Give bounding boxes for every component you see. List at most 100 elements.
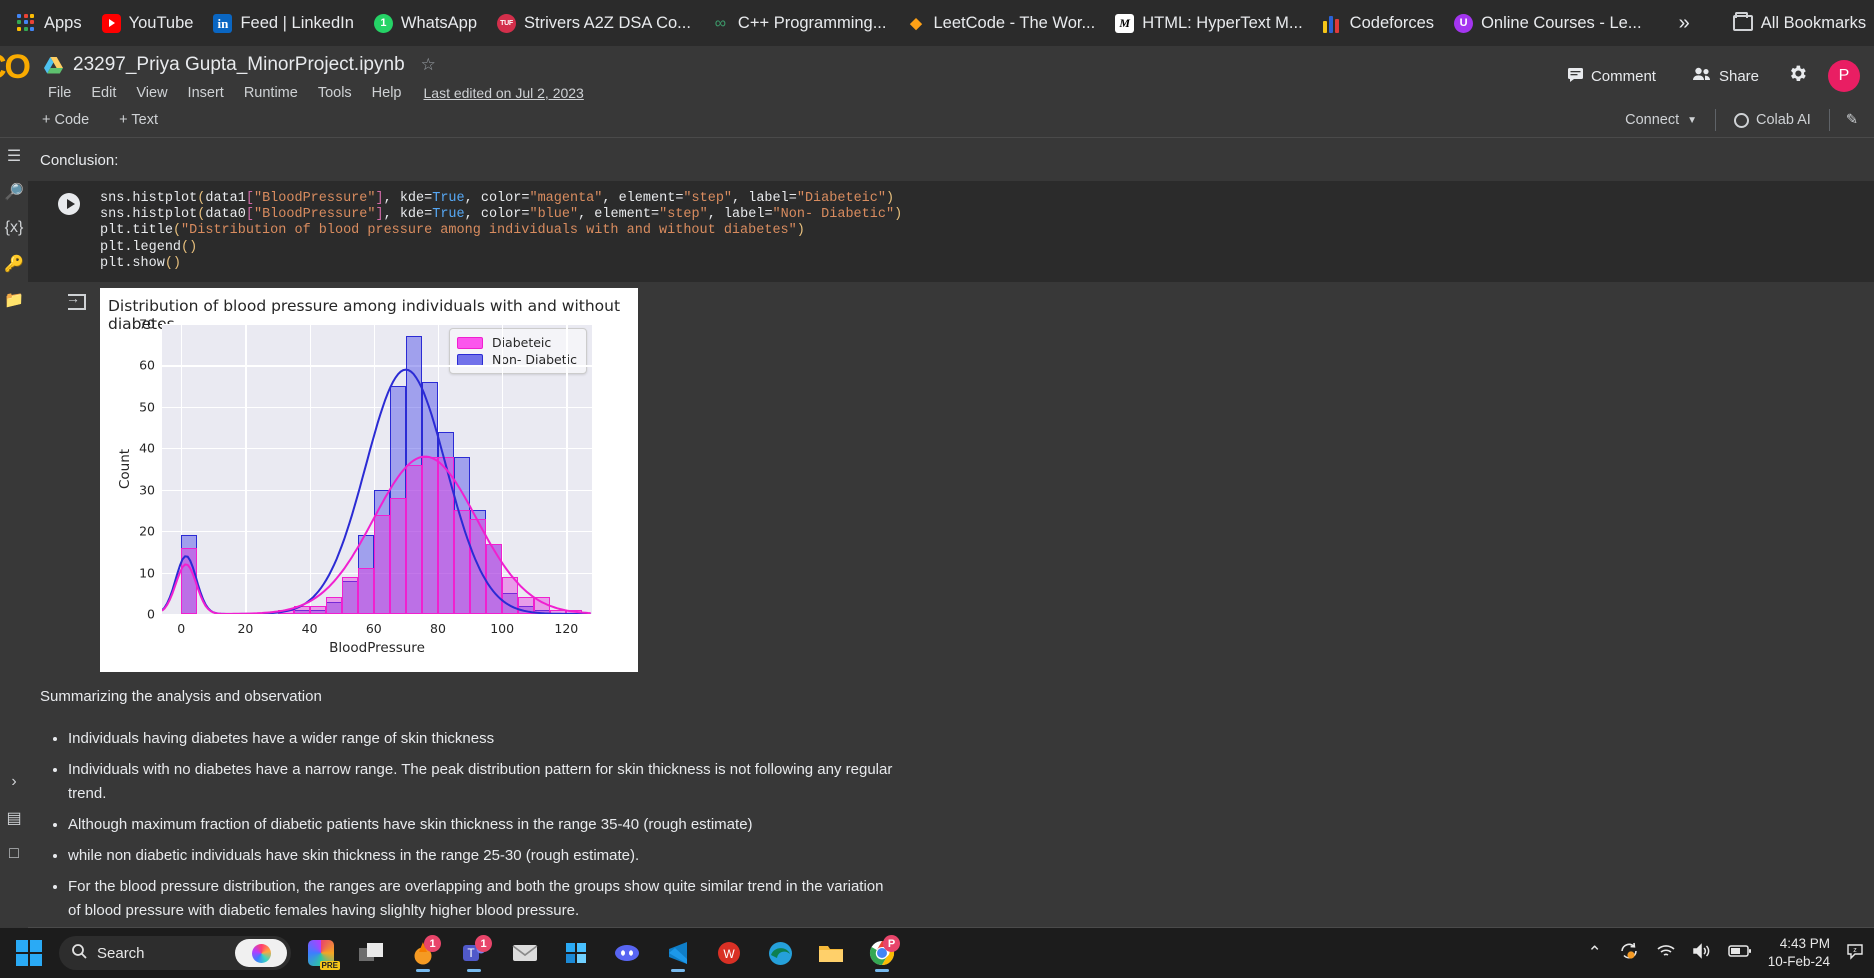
bookmark-leetcode[interactable]: ◆ LeetCode - The Wor... bbox=[897, 9, 1104, 38]
run-cell-button[interactable] bbox=[58, 193, 80, 215]
x-tick-label: 20 bbox=[237, 621, 254, 637]
clock-date: 10-Feb-24 bbox=[1767, 954, 1830, 969]
menu-view[interactable]: View bbox=[128, 82, 175, 104]
gear-icon[interactable] bbox=[1787, 63, 1808, 89]
chevron-up-icon[interactable]: ⌃ bbox=[1587, 943, 1601, 963]
code-editor[interactable]: sns.histplot(data1["BloodPressure"], kde… bbox=[28, 191, 1874, 272]
histogram-bar bbox=[341, 576, 358, 615]
menu-help[interactable]: Help bbox=[364, 82, 410, 104]
bookmark-label: Online Courses - Le... bbox=[1481, 13, 1642, 32]
screen: Apps YouTube in Feed | LinkedIn 1 WhatsA… bbox=[0, 0, 1874, 978]
histogram-bar bbox=[486, 543, 503, 615]
menu-file[interactable]: File bbox=[40, 82, 79, 104]
youtube-icon bbox=[101, 13, 121, 33]
histogram-bar bbox=[389, 498, 406, 615]
bookmarks-overflow-button[interactable]: » bbox=[1669, 8, 1700, 39]
editing-mode-icon[interactable]: ✎ bbox=[1838, 110, 1866, 130]
whatsapp-icon: 1 bbox=[373, 13, 393, 33]
rail-table-of-contents-icon[interactable]: ☰ bbox=[0, 138, 28, 174]
histogram-bar bbox=[309, 605, 326, 615]
vlc-icon[interactable]: 1 bbox=[402, 932, 444, 974]
markdown-conclusion[interactable]: Conclusion: bbox=[28, 138, 1874, 181]
file-explorer-icon[interactable] bbox=[810, 932, 852, 974]
share-button[interactable]: Share bbox=[1684, 62, 1767, 90]
bookmark-linkedin[interactable]: in Feed | LinkedIn bbox=[204, 9, 362, 38]
header-actions: Comment Share P bbox=[1559, 60, 1860, 92]
store-icon[interactable] bbox=[555, 932, 597, 974]
all-bookmarks-button[interactable]: All Bookmarks bbox=[1724, 9, 1874, 38]
teams-icon[interactable]: T 1 bbox=[453, 932, 495, 974]
colab-ai-label: Colab AI bbox=[1756, 112, 1811, 128]
discord-icon[interactable] bbox=[606, 932, 648, 974]
notifications-icon[interactable]: z bbox=[1846, 942, 1866, 965]
notebook-scroll-area[interactable]: Conclusion: sns.histplot(data1["BloodPre… bbox=[28, 138, 1874, 928]
rail-files-icon[interactable]: 📁 bbox=[0, 282, 28, 318]
system-tray: ⌃ 4:43 PM 10-Feb-24 z bbox=[1587, 935, 1866, 971]
rail-secrets-icon[interactable]: 🔑 bbox=[0, 246, 28, 282]
volume-icon[interactable] bbox=[1692, 942, 1712, 964]
mail-icon[interactable] bbox=[504, 932, 546, 974]
bookmark-youtube[interactable]: YouTube bbox=[93, 9, 203, 38]
wifi-icon[interactable] bbox=[1656, 943, 1676, 964]
last-edited-label[interactable]: Last edited on Jul 2, 2023 bbox=[424, 85, 584, 101]
rail-command-icon[interactable]: □ bbox=[0, 836, 28, 872]
menu-runtime[interactable]: Runtime bbox=[236, 82, 306, 104]
add-code-button[interactable]: + Code bbox=[34, 110, 97, 130]
bookmark-codeforces[interactable]: Codeforces bbox=[1314, 9, 1443, 38]
bookmark-striver-dsa[interactable]: TUF Strivers A2Z DSA Co... bbox=[488, 9, 700, 38]
avatar[interactable]: P bbox=[1828, 60, 1860, 92]
x-gridline bbox=[502, 324, 504, 615]
histogram-bar bbox=[534, 597, 551, 615]
x-tick-label: 120 bbox=[554, 621, 579, 637]
battery-icon[interactable] bbox=[1727, 943, 1752, 963]
x-tick-label: 100 bbox=[490, 621, 515, 637]
copilot-button[interactable] bbox=[235, 939, 287, 967]
bookmark-label: Codeforces bbox=[1349, 13, 1435, 32]
apps-grid-icon bbox=[17, 13, 36, 33]
histogram-bar bbox=[325, 597, 342, 615]
markdown-summary-heading[interactable]: Summarizing the analysis and observation bbox=[28, 672, 1874, 705]
menu-tools[interactable]: Tools bbox=[310, 82, 360, 104]
vscode-icon[interactable] bbox=[657, 932, 699, 974]
x-gridline bbox=[566, 324, 568, 615]
menu-insert[interactable]: Insert bbox=[180, 82, 232, 104]
rail-expand-icon[interactable]: › bbox=[0, 764, 28, 800]
rail-variables-icon[interactable]: {x} bbox=[0, 210, 28, 246]
office-copilot-icon[interactable]: PRE bbox=[300, 932, 342, 974]
task-view-icon[interactable] bbox=[351, 932, 393, 974]
bookmarks-bar: Apps YouTube in Feed | LinkedIn 1 WhatsA… bbox=[0, 0, 1874, 46]
star-icon[interactable]: ☆ bbox=[421, 55, 436, 75]
code-cell[interactable]: sns.histplot(data1["BloodPressure"], kde… bbox=[28, 181, 1874, 283]
menu-edit[interactable]: Edit bbox=[83, 82, 124, 104]
connect-label: Connect bbox=[1625, 112, 1680, 128]
add-text-button[interactable]: + Text bbox=[111, 110, 166, 130]
comment-button[interactable]: Comment bbox=[1559, 62, 1664, 91]
legend-label: Diabeteic bbox=[491, 335, 552, 351]
rail-find-replace-icon[interactable]: 🔎 bbox=[0, 174, 28, 210]
bookmark-label: HTML: HyperText M... bbox=[1142, 13, 1303, 32]
y-axis-label: Count bbox=[117, 448, 133, 490]
bookmark-cpp[interactable]: ∞ C++ Programming... bbox=[702, 9, 896, 38]
bookmark-label: Feed | LinkedIn bbox=[240, 13, 354, 32]
windows-start-icon[interactable] bbox=[8, 932, 50, 974]
onedrive-sync-icon[interactable] bbox=[1618, 941, 1640, 966]
wps-office-icon[interactable]: W bbox=[708, 932, 750, 974]
divider bbox=[1828, 109, 1830, 131]
notebook-title[interactable]: 23297_Priya Gupta_MinorProject.ipynb bbox=[73, 54, 405, 76]
y-tick-label: 60 bbox=[139, 357, 155, 373]
bookmark-apps[interactable]: Apps bbox=[8, 9, 91, 38]
chrome-icon[interactable]: P bbox=[861, 932, 903, 974]
summary-bullet-list: Individuals having diabetes have a wider… bbox=[28, 705, 1874, 922]
x-gridline bbox=[245, 324, 247, 615]
connect-button[interactable]: Connect ▼ bbox=[1615, 108, 1707, 132]
clock-time: 4:43 PM bbox=[1779, 935, 1830, 951]
bookmark-udemy[interactable]: U Online Courses - Le... bbox=[1445, 9, 1651, 38]
bookmark-mdn-html[interactable]: M HTML: HyperText M... bbox=[1106, 9, 1311, 38]
search-input[interactable]: Search bbox=[59, 936, 291, 970]
clock[interactable]: 4:43 PM 10-Feb-24 bbox=[1768, 935, 1830, 971]
edge-icon[interactable] bbox=[759, 932, 801, 974]
y-tick-label: 50 bbox=[139, 399, 155, 415]
colab-ai-button[interactable]: Colab AI bbox=[1724, 108, 1821, 132]
bookmark-whatsapp[interactable]: 1 WhatsApp bbox=[365, 9, 486, 38]
rail-terminal-icon[interactable]: ▤ bbox=[0, 800, 28, 836]
